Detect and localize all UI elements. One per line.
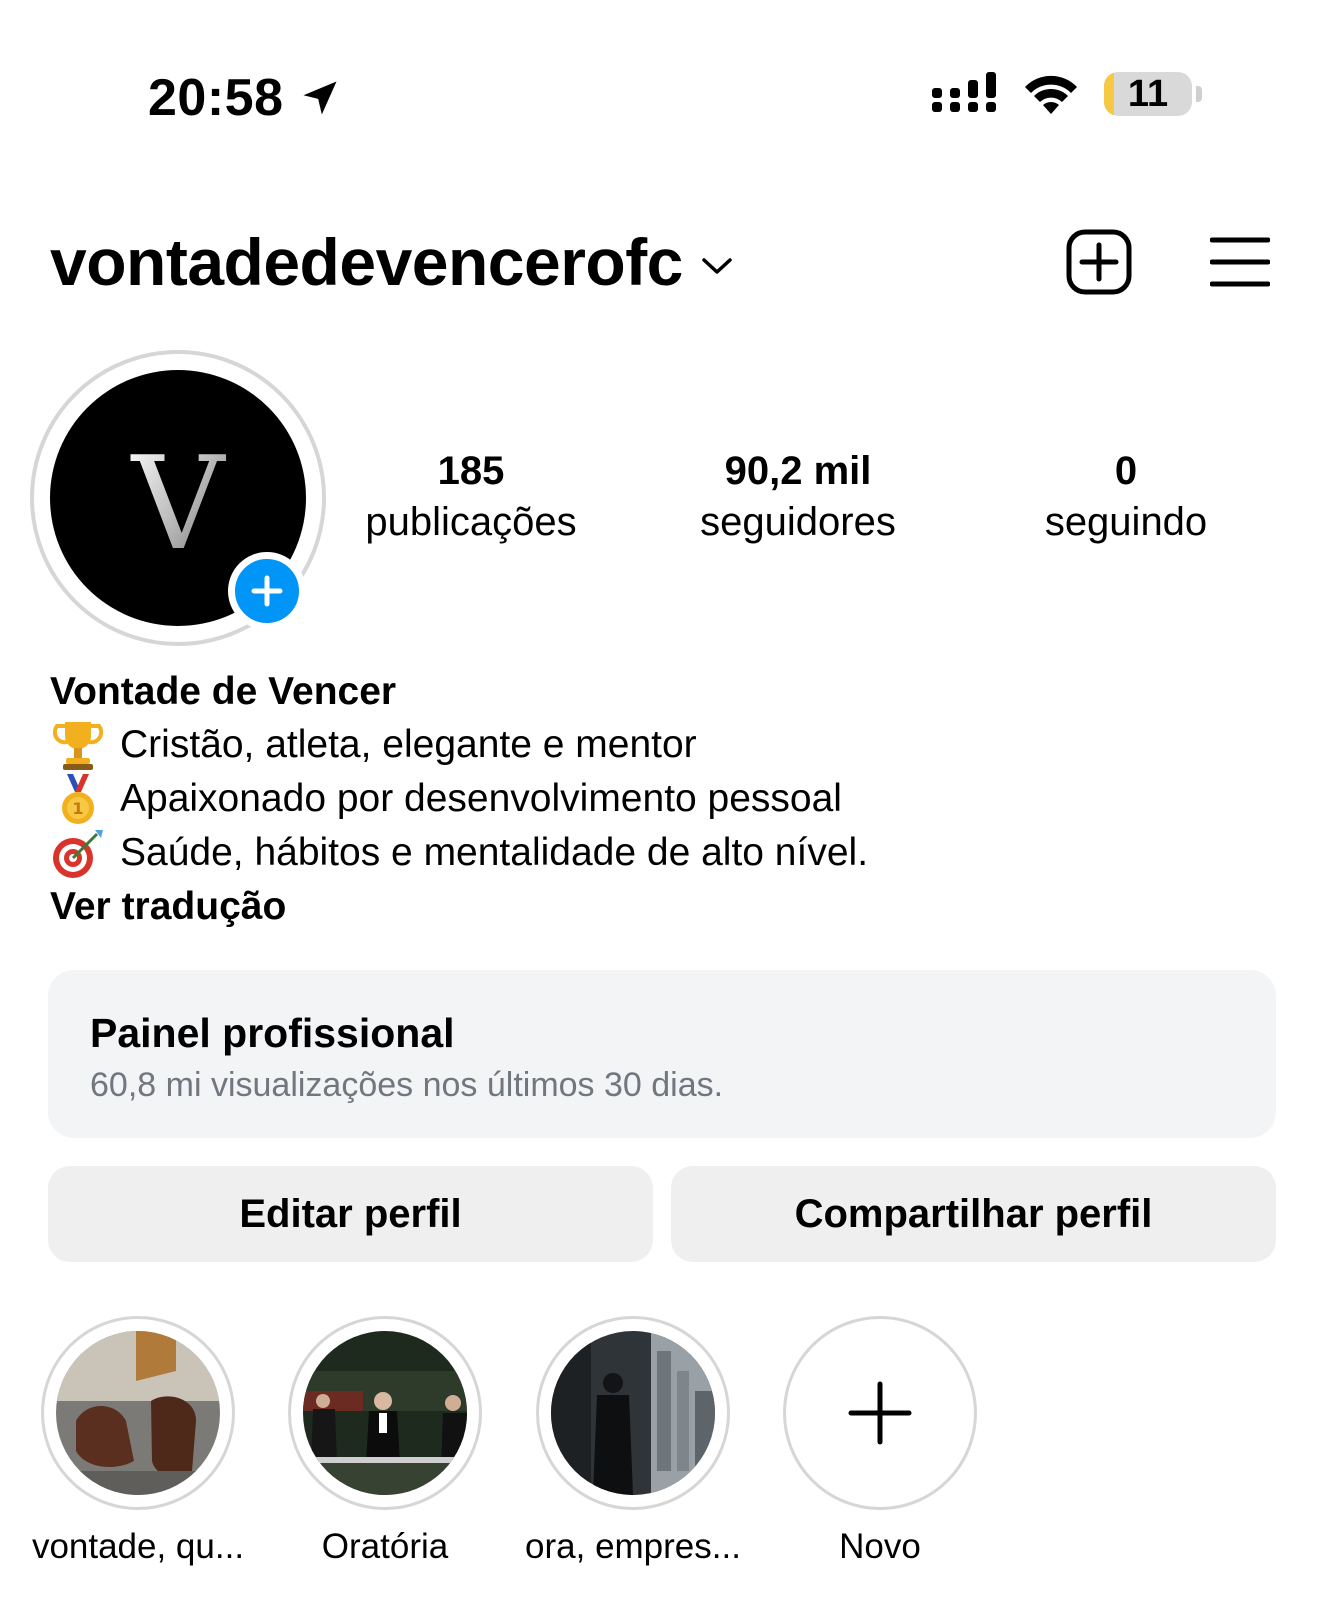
plus-icon [251, 575, 283, 607]
highlight-item[interactable]: Oratória [255, 1316, 515, 1570]
stat-posts[interactable]: 185 publicações [365, 446, 576, 548]
professional-dashboard[interactable]: Painel profissional 60,8 mi visualizaçõe… [48, 970, 1276, 1138]
profile-actions: Editar perfil Compartilhar perfil [48, 1166, 1276, 1262]
see-translation-link[interactable]: Ver tradução [50, 880, 1280, 934]
plus-icon [848, 1381, 912, 1445]
header-actions [1066, 229, 1270, 295]
stat-value: 0 [1114, 449, 1138, 493]
highlight-cover-shoes [56, 1331, 220, 1495]
bio-text: Saúde, hábitos e mentalidade de alto nív… [120, 831, 869, 874]
highlight-ring [41, 1316, 235, 1510]
svg-text:1: 1 [72, 799, 83, 818]
highlight-label: ora, empres... [525, 1527, 741, 1566]
profile-header: vontadedevencerofc [50, 222, 1270, 302]
account-username[interactable]: vontadedevencerofc [50, 224, 683, 300]
battery-cap [1196, 86, 1202, 102]
bio-line: 1 Apaixonado por desenvolvimento pessoal [50, 772, 1280, 826]
stat-label: seguindo [1044, 500, 1208, 544]
stat-value: 90,2 mil [724, 449, 872, 493]
highlight-cover-speech [303, 1331, 467, 1495]
wifi-icon [1025, 75, 1077, 114]
bio: Vontade de Vencer Cristão, atleta, elega… [50, 666, 1280, 934]
stat-followers[interactable]: 90,2 mil seguidores [700, 446, 896, 548]
direct-hit-icon [50, 826, 106, 880]
bio-line: Cristão, atleta, elegante e mentor [50, 718, 1280, 772]
stat-value: 185 [437, 449, 505, 493]
stat-following[interactable]: 0 seguindo [1045, 446, 1207, 548]
battery-icon: 11 [1104, 72, 1192, 116]
bio-line: Saúde, hábitos e mentalidade de alto nív… [50, 826, 1280, 880]
status-time: 20:58 [148, 68, 342, 128]
edit-profile-button[interactable]: Editar perfil [48, 1166, 653, 1262]
create-post-icon[interactable] [1066, 229, 1132, 295]
trophy-icon [50, 718, 106, 772]
highlight-label: Oratória [321, 1527, 449, 1566]
dashboard-subtitle: 60,8 mi visualizações nos últimos 30 dia… [90, 1066, 724, 1104]
new-highlight-button[interactable]: Novo [750, 1316, 1010, 1570]
profile-stats: 185 publicações 90,2 mil seguidores 0 se… [0, 446, 1320, 556]
highlight-ring [783, 1316, 977, 1510]
battery-percentage: 11 [1127, 72, 1169, 115]
dashboard-title: Painel profissional [90, 1010, 455, 1056]
status-time-text: 20:58 [148, 69, 284, 127]
highlight-label: vontade, qu... [31, 1527, 245, 1566]
bio-text: Cristão, atleta, elegante e mentor [120, 723, 697, 766]
story-highlights: vontade, qu... Oratória ora, empres... N… [0, 1316, 1320, 1576]
stat-label: seguidores [700, 500, 896, 544]
highlight-cover-office [551, 1331, 715, 1495]
highlight-item[interactable]: ora, empres... [503, 1316, 763, 1570]
highlight-label: Novo [839, 1527, 921, 1566]
bio-display-name: Vontade de Vencer [50, 670, 397, 713]
status-indicators: 11 [932, 72, 1202, 116]
bio-text: Apaixonado por desenvolvimento pessoal [120, 777, 842, 820]
highlight-ring [288, 1316, 482, 1510]
stat-label: publicações [365, 500, 577, 544]
highlight-ring [536, 1316, 730, 1510]
battery-level-fill [1104, 72, 1114, 116]
add-story-button[interactable] [228, 552, 306, 630]
share-profile-button[interactable]: Compartilhar perfil [671, 1166, 1276, 1262]
profile-screen: 20:58 11 vontadedevencerofc V 185 public… [0, 0, 1320, 1610]
first-place-medal-icon: 1 [50, 772, 106, 826]
chevron-down-icon[interactable] [701, 256, 733, 276]
menu-icon[interactable] [1210, 236, 1270, 288]
location-arrow-icon [303, 81, 336, 115]
highlight-item[interactable]: vontade, qu... [8, 1316, 268, 1570]
cellular-signal-icon [932, 72, 996, 112]
